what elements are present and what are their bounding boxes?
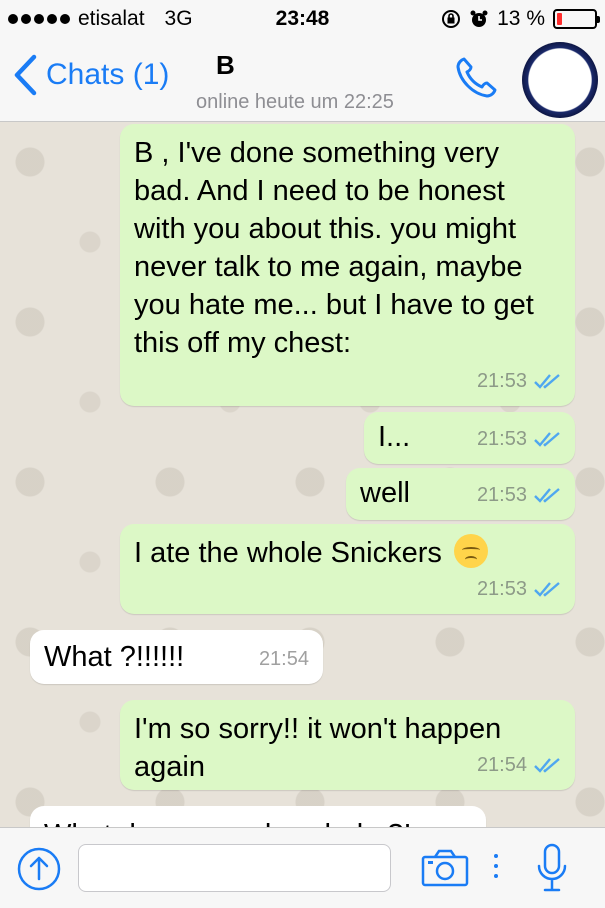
contact-last-seen: online heute um 22:25 — [196, 91, 394, 113]
battery-percent: 13 % — [497, 7, 545, 30]
message-text: I ate the whole Snickers — [134, 537, 442, 569]
more-options-icon[interactable] — [494, 854, 498, 878]
battery-level — [557, 13, 562, 25]
message-bubble[interactable]: B , I've done something very bad. And I … — [120, 124, 575, 406]
alarm-icon — [470, 10, 488, 27]
voice-message-button[interactable] — [535, 842, 569, 899]
rotation-lock-icon — [442, 10, 461, 28]
attach-button[interactable] — [16, 846, 62, 897]
contact-name: B — [216, 50, 235, 80]
message-bubble[interactable]: I'm so sorry!! it won't happen again 21:… — [120, 700, 575, 790]
message-text: What do u mean by whole ?! — [44, 819, 412, 827]
contact-info[interactable]: B online heute um 22:25 — [196, 50, 394, 114]
chevron-left-icon — [14, 54, 37, 96]
message-meta: 21:54 — [259, 640, 309, 678]
message-meta: 21:53 — [477, 362, 561, 400]
message-bubble[interactable]: What ?!!!!!! 21:54 — [30, 630, 323, 684]
message-meta: 21:53 — [477, 476, 561, 514]
microphone-icon — [537, 843, 567, 892]
message-bubble[interactable]: I... 21:53 — [364, 412, 575, 464]
message-text: I'm so sorry!! it won't happen again — [134, 713, 502, 783]
message-time: 21:54 — [476, 754, 527, 776]
message-time: 21:53 — [476, 370, 527, 392]
message-text: B , I've done something very bad. And I … — [134, 137, 534, 359]
camera-button[interactable] — [420, 848, 470, 893]
message-time: 21:53 — [476, 428, 527, 450]
message-meta: 21:54 — [477, 746, 561, 784]
double-check-read-icon — [534, 374, 560, 389]
message-meta: 21:53 — [477, 570, 561, 608]
message-time: 21:53 — [476, 484, 527, 506]
status-bar: etisalat 3G 23:48 13 % — [0, 0, 605, 40]
phone-icon — [456, 57, 497, 98]
message-text: I... — [378, 421, 411, 453]
back-label: Chats (1) — [46, 58, 170, 91]
double-check-read-icon — [534, 432, 560, 447]
message-time: 21:54 — [258, 648, 309, 670]
contact-avatar[interactable] — [522, 42, 598, 118]
message-meta: 21:53 — [477, 420, 561, 458]
back-to-chats-button[interactable]: Chats (1) — [12, 54, 169, 96]
message-bubble[interactable]: What do u mean by whole ?! — [30, 806, 486, 827]
message-text: well — [360, 477, 410, 509]
compose-bar — [0, 827, 605, 908]
double-check-read-icon — [534, 582, 560, 597]
camera-icon — [421, 849, 469, 887]
message-input[interactable] — [78, 844, 391, 892]
double-check-read-icon — [534, 758, 560, 773]
chat-header: Chats (1) B online heute um 22:25 — [0, 40, 605, 122]
upload-arrow-icon — [17, 847, 61, 891]
message-time: 21:53 — [476, 578, 527, 600]
status-right: 13 % — [441, 7, 600, 31]
double-check-read-icon — [534, 488, 560, 503]
battery-icon — [553, 9, 600, 29]
message-bubble[interactable]: I ate the whole Snickers 21:53 — [120, 524, 575, 614]
message-bubble[interactable]: well 21:53 — [346, 468, 575, 520]
pensive-face-emoji-icon — [453, 534, 488, 568]
call-button[interactable] — [452, 54, 500, 107]
message-list[interactable]: B , I've done something very bad. And I … — [0, 122, 605, 827]
message-text: What ?!!!!!! — [44, 641, 185, 673]
